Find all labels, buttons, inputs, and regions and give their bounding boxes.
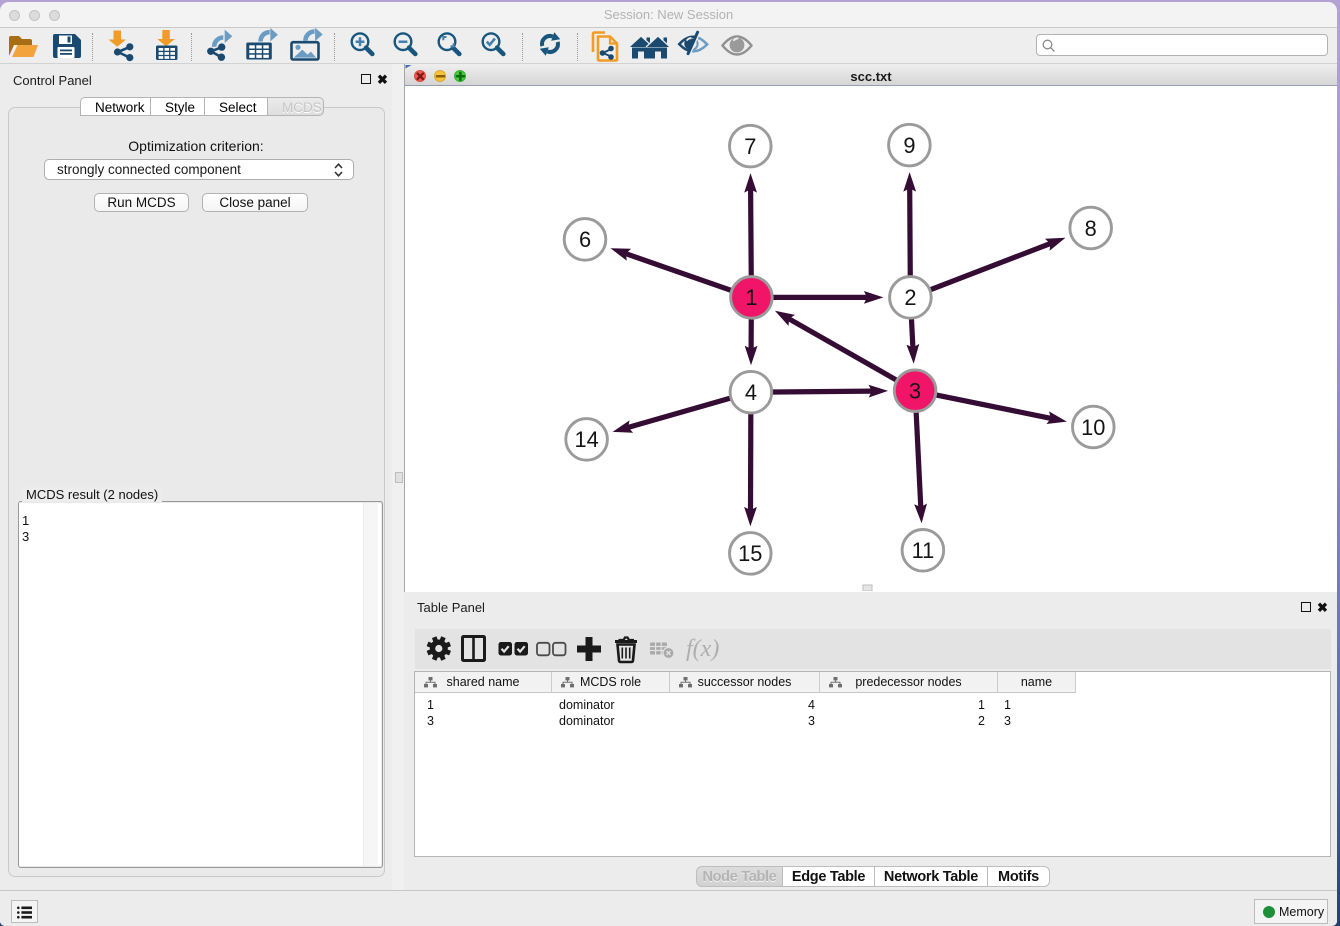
svg-text:3: 3 bbox=[909, 379, 921, 404]
svg-text:10: 10 bbox=[1081, 415, 1105, 440]
svg-text:14: 14 bbox=[574, 427, 598, 452]
svg-text:9: 9 bbox=[903, 133, 915, 158]
svg-text:8: 8 bbox=[1085, 216, 1097, 241]
svg-text:7: 7 bbox=[744, 134, 756, 159]
svg-text:11: 11 bbox=[912, 538, 935, 563]
svg-text:1: 1 bbox=[745, 285, 757, 310]
svg-text:15: 15 bbox=[738, 541, 762, 566]
svg-text:4: 4 bbox=[745, 380, 757, 405]
svg-text:2: 2 bbox=[904, 285, 916, 310]
svg-text:f(x): f(x) bbox=[686, 636, 719, 662]
svg-text:6: 6 bbox=[579, 227, 591, 252]
